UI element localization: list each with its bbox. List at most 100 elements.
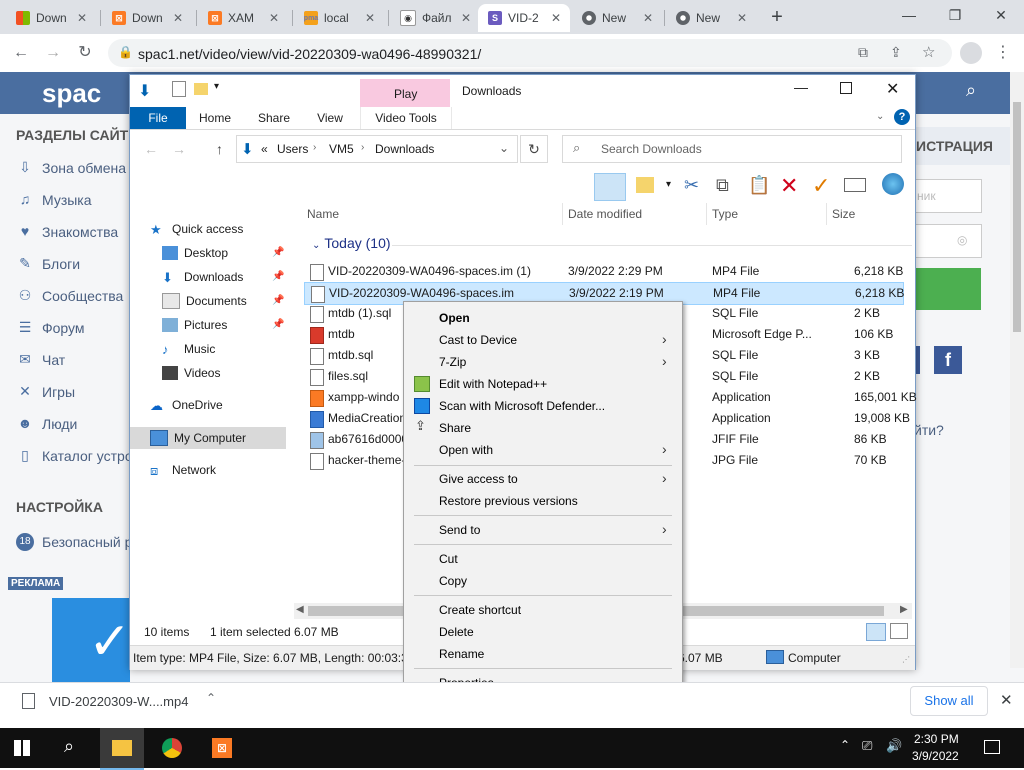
- menu-item-cut[interactable]: Cut: [439, 552, 458, 566]
- browser-tab[interactable]: ⊠ Down ✕: [102, 4, 192, 32]
- browser-tab-active[interactable]: S VID-2 ✕: [478, 4, 570, 32]
- properties-icon[interactable]: [172, 81, 186, 97]
- close-tab-icon[interactable]: ✕: [266, 11, 282, 25]
- nav-up-button[interactable]: ↑: [216, 141, 223, 157]
- column-date-modified[interactable]: Date modified: [568, 207, 642, 221]
- bookmark-star-icon[interactable]: ☆: [922, 43, 935, 61]
- site-menu-item[interactable]: ✉ Чат: [16, 351, 65, 369]
- browser-tab[interactable]: ◉ Файл ✕: [390, 4, 480, 32]
- explorer-minimize-button[interactable]: —: [794, 79, 808, 95]
- menu-item-open[interactable]: Open: [439, 311, 470, 325]
- pin-icon[interactable]: 📌: [272, 271, 284, 282]
- clock-date[interactable]: 3/9/2022: [912, 749, 959, 763]
- tray-chevron-icon[interactable]: ⌃: [840, 738, 850, 752]
- browser-tab[interactable]: ⊠ XAM ✕: [198, 4, 288, 32]
- share-icon[interactable]: ⇪: [890, 44, 902, 61]
- download-options-chevron-icon[interactable]: ⌃: [206, 691, 216, 705]
- details-view-icon[interactable]: [866, 623, 886, 641]
- clock-time[interactable]: 2:30 PM: [914, 732, 959, 746]
- login-button[interactable]: [914, 268, 981, 310]
- refresh-button[interactable]: ↻: [520, 135, 548, 163]
- delete-icon[interactable]: ✕: [780, 173, 798, 199]
- search-icon[interactable]: ⌕: [64, 736, 74, 757]
- tab-share[interactable]: Share: [248, 107, 300, 129]
- close-window-button[interactable]: ✕: [986, 4, 1016, 26]
- browser-tab[interactable]: Down ✕: [6, 4, 96, 32]
- password-input[interactable]: ◎: [914, 224, 982, 258]
- breadcrumb-downloads[interactable]: Downloads: [375, 142, 434, 156]
- back-button[interactable]: ←: [10, 42, 32, 64]
- site-menu-item[interactable]: ⚇ Сообщества: [16, 287, 124, 305]
- translate-icon[interactable]: ⧉: [858, 44, 868, 61]
- site-menu-item[interactable]: ⇩ Зона обмена: [16, 159, 126, 177]
- browser-tab[interactable]: pma local ✕: [294, 4, 384, 32]
- nav-music[interactable]: ♪ Music: [162, 338, 215, 360]
- minimize-button[interactable]: —: [894, 4, 924, 26]
- scroll-left-icon[interactable]: ◀: [296, 604, 304, 615]
- site-logo[interactable]: spac: [42, 78, 101, 109]
- quick-save-icon[interactable]: ⬇: [138, 81, 151, 101]
- menu-item-restore-previous[interactable]: Restore previous versions: [439, 494, 578, 508]
- ad-banner[interactable]: ✓: [52, 598, 132, 682]
- nav-forward-button[interactable]: →: [172, 141, 186, 157]
- preview-pane-icon[interactable]: [594, 173, 626, 201]
- browser-tab[interactable]: New ✕: [572, 4, 662, 32]
- group-header-today[interactable]: ⌄ Today (10): [312, 235, 391, 251]
- help-icon[interactable]: ?: [894, 109, 910, 125]
- address-dropdown-icon[interactable]: ⌄: [499, 141, 509, 155]
- new-folder-icon[interactable]: [194, 83, 208, 95]
- address-breadcrumb[interactable]: ⬇ « Users › VM5 › Downloads ⌄: [236, 135, 518, 163]
- nav-videos[interactable]: Videos: [162, 362, 220, 384]
- menu-item-scan-defender[interactable]: Scan with Microsoft Defender...: [439, 399, 605, 413]
- download-file-name[interactable]: VID-20220309-W....mp4: [49, 694, 188, 709]
- nav-quick-access[interactable]: ★ Quick access: [150, 218, 243, 240]
- nav-pictures[interactable]: Pictures: [162, 314, 227, 336]
- eye-icon[interactable]: ◎: [957, 233, 967, 247]
- windows-start-icon[interactable]: [14, 740, 30, 756]
- tab-view[interactable]: View: [306, 107, 354, 129]
- close-tab-icon[interactable]: ✕: [458, 11, 474, 25]
- large-icons-view-icon[interactable]: [890, 623, 908, 639]
- scrollbar-thumb[interactable]: [1013, 102, 1021, 332]
- tab-file[interactable]: File: [130, 107, 186, 129]
- menu-item-give-access[interactable]: Give access to: [439, 472, 518, 486]
- site-menu-item[interactable]: ▯ Каталог устро: [16, 447, 132, 465]
- menu-item-send-to[interactable]: Send to: [439, 523, 480, 537]
- customize-toolbar-icon[interactable]: ▾: [214, 81, 219, 92]
- tab-video-tools[interactable]: Video Tools: [360, 107, 452, 129]
- close-tab-icon[interactable]: ✕: [734, 11, 750, 25]
- menu-item-create-shortcut[interactable]: Create shortcut: [439, 603, 521, 617]
- profile-avatar[interactable]: [960, 42, 982, 64]
- close-tab-icon[interactable]: ✕: [362, 11, 378, 25]
- site-search-icon[interactable]: ⌕: [966, 80, 976, 101]
- menu-item-copy[interactable]: Copy: [439, 574, 467, 588]
- close-download-bar-icon[interactable]: ✕: [1000, 691, 1013, 709]
- taskbar-explorer-button[interactable]: [100, 728, 144, 770]
- menu-item-delete[interactable]: Delete: [439, 625, 474, 639]
- check-icon[interactable]: ✓: [812, 173, 830, 199]
- menu-kebab-icon[interactable]: ⋮: [992, 42, 1014, 64]
- copy-icon[interactable]: ⧉: [716, 175, 729, 196]
- taskbar-chrome-button[interactable]: [150, 728, 194, 768]
- pin-icon[interactable]: 📌: [272, 295, 284, 306]
- site-menu-item[interactable]: ✎ Блоги: [16, 255, 80, 273]
- site-menu-item[interactable]: ✕ Игры: [16, 383, 75, 401]
- column-type[interactable]: Type: [712, 207, 738, 221]
- breadcrumb-vm5[interactable]: VM5: [329, 142, 354, 156]
- browser-tab[interactable]: New ✕: [666, 4, 756, 32]
- close-tab-icon[interactable]: ✕: [548, 11, 564, 25]
- nav-documents[interactable]: Documents: [162, 290, 247, 312]
- taskbar-xampp-button[interactable]: ⊠: [200, 728, 244, 768]
- breadcrumb-users[interactable]: Users: [277, 142, 308, 156]
- page-scrollbar[interactable]: [1010, 72, 1024, 668]
- menu-item-open-with[interactable]: Open with: [439, 443, 493, 457]
- forgot-password-link[interactable]: йти?: [914, 422, 944, 438]
- ribbon-expand-icon[interactable]: ⌄: [876, 111, 884, 122]
- nav-back-button[interactable]: ←: [144, 141, 158, 157]
- site-menu-item[interactable]: ♫ Музыка: [16, 191, 92, 209]
- menu-item-rename[interactable]: Rename: [439, 647, 484, 661]
- network-tray-icon[interactable]: ⎚: [862, 738, 872, 754]
- menu-item-edit-notepadpp[interactable]: Edit with Notepad++: [439, 377, 547, 391]
- new-folder-icon[interactable]: [636, 177, 654, 193]
- close-tab-icon[interactable]: ✕: [74, 11, 90, 25]
